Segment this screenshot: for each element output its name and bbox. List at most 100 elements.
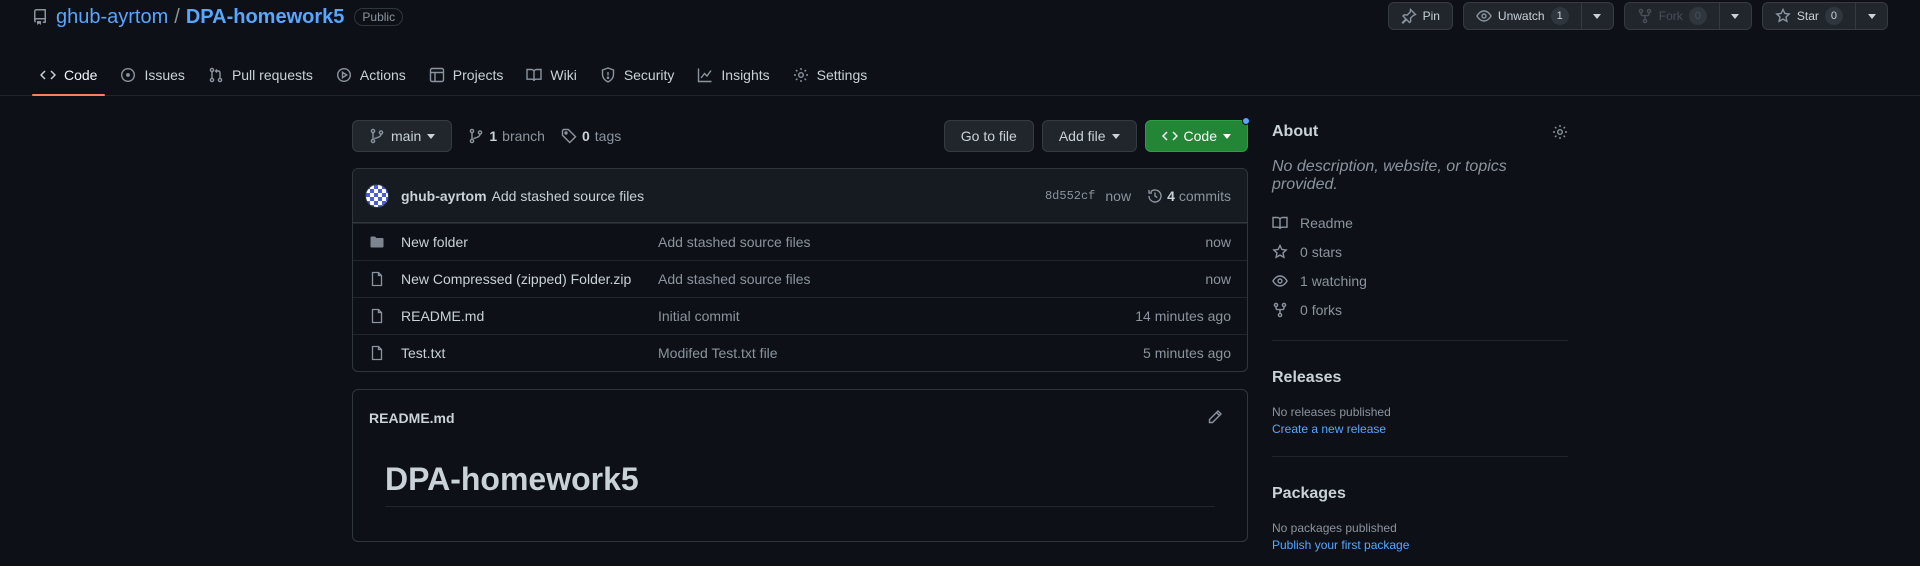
repo-owner-link[interactable]: ghub-ayrtom <box>56 6 168 29</box>
code-button[interactable]: Code <box>1144 117 1250 152</box>
file-row[interactable]: Test.txt Modifed Test.txt file 5 minutes… <box>353 334 1247 371</box>
avatar[interactable] <box>365 183 389 208</box>
play-icon <box>336 67 352 83</box>
stars-label: stars <box>1311 243 1343 260</box>
folder-icon <box>369 234 385 250</box>
file-commit-message-link[interactable]: Modifed Test.txt file <box>658 345 1143 361</box>
packages-title[interactable]: Packages <box>1272 485 1568 503</box>
graph-icon <box>697 67 713 83</box>
commit-sha-link[interactable]: 8d552cf <box>1045 189 1095 203</box>
star-group: Star 0 <box>1761 2 1888 30</box>
readme-link-label: Readme <box>1300 214 1353 231</box>
star-label: Star <box>1796 9 1819 23</box>
fork-icon <box>1637 8 1653 24</box>
star-button[interactable]: Star 0 <box>1761 2 1856 30</box>
commit-message-link[interactable]: Add stashed source files <box>492 188 645 204</box>
file-icon <box>369 345 385 361</box>
unwatch-group: Unwatch 1 <box>1462 2 1614 30</box>
repo-path-separator: / <box>174 5 180 28</box>
tab-label: Insights <box>721 67 770 83</box>
star-icon <box>1272 243 1288 260</box>
triangle-down-icon <box>1111 133 1120 139</box>
tab-label: Wiki <box>550 67 577 83</box>
file-icon <box>369 271 385 287</box>
repo-actions: Pin Unwatch 1 Fork 0 Star 0 <box>1387 2 1888 30</box>
tab-settings[interactable]: Settings <box>785 55 876 95</box>
tab-pull-requests[interactable]: Pull requests <box>200 55 321 95</box>
code-button-label: Code <box>1183 128 1217 144</box>
tab-issues[interactable]: Issues <box>112 55 192 95</box>
file-name-link[interactable]: New Compressed (zipped) Folder.zip <box>401 271 658 287</box>
repo-name-link[interactable]: DPA-homework5 <box>186 6 345 29</box>
commit-count-label: commits <box>1178 187 1231 204</box>
readme-heading: DPA-homework5 <box>385 461 1215 507</box>
eye-icon <box>1476 8 1492 24</box>
star-dropdown-button[interactable] <box>1856 2 1888 30</box>
tab-insights[interactable]: Insights <box>689 55 777 95</box>
gear-icon[interactable] <box>1552 124 1568 140</box>
watchers-counter: 1 <box>1550 7 1569 25</box>
create-release-link[interactable]: Create a new release <box>1272 422 1568 436</box>
about-header: About <box>1272 120 1568 144</box>
file-commit-message-link[interactable]: Add stashed source files <box>658 271 1205 287</box>
tags-link[interactable]: 0 tags <box>561 128 621 144</box>
tag-count: 0 <box>581 128 590 144</box>
releases-section: Releases No releases published Create a … <box>1272 341 1568 436</box>
branch-select-button[interactable]: main <box>352 120 453 152</box>
file-commit-message-link[interactable]: Initial commit <box>658 308 1135 324</box>
star-icon <box>1775 8 1791 24</box>
commit-author-link[interactable]: ghub-ayrtom <box>401 188 487 204</box>
pin-button[interactable]: Pin <box>1387 2 1453 30</box>
publish-package-link[interactable]: Publish your first package <box>1272 538 1568 552</box>
readme-link[interactable]: Readme <box>1272 208 1568 237</box>
branch-icon <box>369 128 385 144</box>
fork-group: Fork 0 <box>1623 2 1752 30</box>
forks-link[interactable]: 0 forks <box>1272 295 1568 324</box>
tab-wiki[interactable]: Wiki <box>518 55 584 95</box>
watching-link[interactable]: 1 watching <box>1272 266 1568 295</box>
tab-label: Security <box>623 67 675 83</box>
watching-label: watching <box>1311 272 1367 289</box>
repo-title: ghub-ayrtom / DPA-homework5 Public <box>32 4 404 30</box>
tab-label: Actions <box>359 67 406 83</box>
triangle-down-icon <box>1867 13 1876 19</box>
add-file-button[interactable]: Add file <box>1041 120 1137 152</box>
file-name-link[interactable]: README.md <box>401 308 658 324</box>
code-icon <box>40 67 56 83</box>
pencil-icon[interactable] <box>1207 409 1223 425</box>
file-name-link[interactable]: New folder <box>401 234 658 250</box>
tab-label: Code <box>64 67 98 83</box>
file-row[interactable]: New folder Add stashed source files now <box>353 223 1247 260</box>
packages-section: Packages No packages published Publish y… <box>1272 457 1568 552</box>
branch-icon <box>468 128 484 144</box>
tab-actions[interactable]: Actions <box>328 55 414 95</box>
stars-counter: 0 <box>1824 7 1843 25</box>
fork-label: Fork <box>1658 9 1683 23</box>
tab-security[interactable]: Security <box>592 55 683 95</box>
fork-button[interactable]: Fork 0 <box>1623 2 1720 30</box>
releases-title[interactable]: Releases <box>1272 369 1568 387</box>
branches-link[interactable]: 1 branch <box>468 128 545 144</box>
watching-count: 1 <box>1300 272 1308 289</box>
triangle-down-icon <box>427 133 436 139</box>
commits-history-link[interactable]: 4 commits <box>1147 188 1231 204</box>
tab-code[interactable]: Code <box>32 55 106 96</box>
issue-icon <box>120 67 136 83</box>
fork-dropdown-button[interactable] <box>1719 2 1752 30</box>
unwatch-label: Unwatch <box>1497 9 1545 23</box>
stars-link[interactable]: 0 stars <box>1272 237 1568 266</box>
unwatch-button[interactable]: Unwatch 1 <box>1462 2 1582 30</box>
readme-filename-link[interactable]: README.md <box>369 410 455 426</box>
file-commit-message-link[interactable]: Add stashed source files <box>658 234 1205 250</box>
file-row[interactable]: New Compressed (zipped) Folder.zip Add s… <box>353 260 1247 297</box>
tab-projects[interactable]: Projects <box>421 55 512 95</box>
file-name-link[interactable]: Test.txt <box>401 345 658 361</box>
file-row[interactable]: README.md Initial commit 14 minutes ago <box>353 297 1247 334</box>
file-commit-date: 14 minutes ago <box>1135 308 1231 324</box>
main-column: main 1 branch 0 tags Go to file Add file… <box>352 117 1250 542</box>
tab-label: Settings <box>816 67 868 83</box>
unwatch-dropdown-button[interactable] <box>1581 2 1614 30</box>
branch-name: main <box>391 128 422 144</box>
forks-count: 0 <box>1300 301 1308 318</box>
go-to-file-button[interactable]: Go to file <box>943 120 1034 152</box>
